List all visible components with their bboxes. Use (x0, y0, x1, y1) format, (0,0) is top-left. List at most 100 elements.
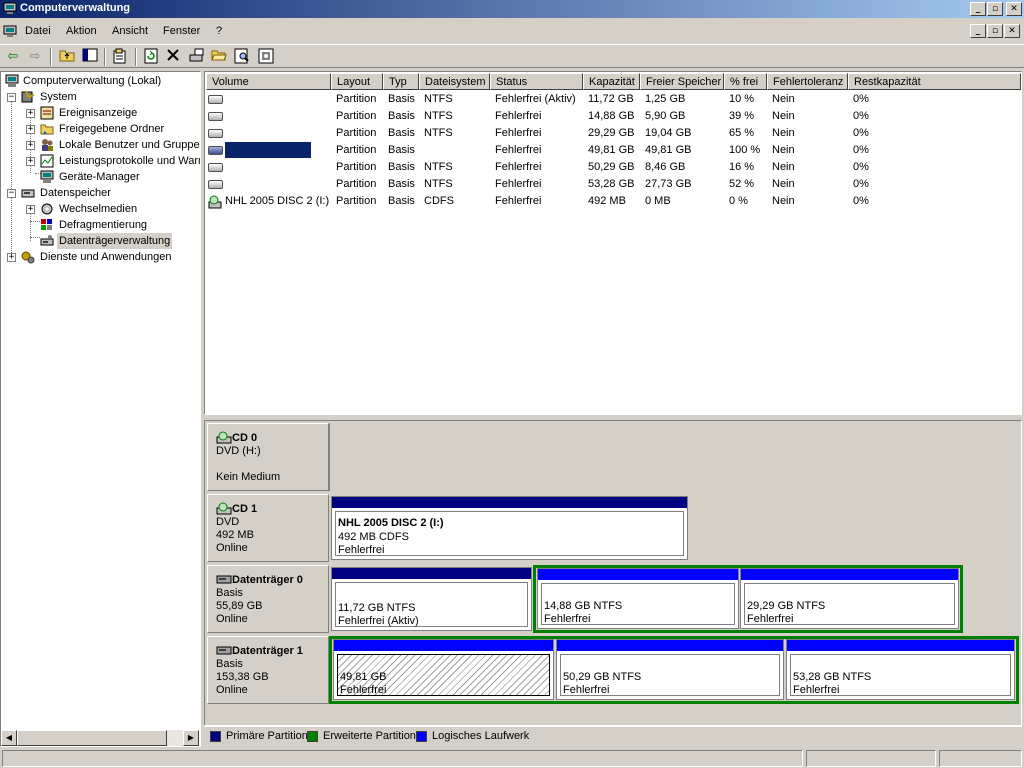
menu-aktion[interactable]: Aktion (66, 25, 97, 37)
partition-disk0-3[interactable]: 29,29 GB NTFS Fehlerfrei (740, 568, 959, 629)
open-folder-icon[interactable] (209, 48, 229, 66)
column-header-layout[interactable]: Layout (331, 73, 383, 90)
expand-toggle[interactable]: + (26, 141, 35, 150)
back-arrow-icon[interactable]: ⇦ (3, 48, 23, 66)
cell-capacity: 53,28 GB (588, 178, 635, 190)
table-row-selected[interactable]: Partition Basis Fehlerfrei 49,81 GB 49,8… (205, 142, 1021, 159)
cell-layout: Partition (336, 93, 377, 105)
table-row[interactable]: NHL 2005 DISC 2 (I:) Partition Basis CDF… (205, 193, 1021, 210)
menu-ansicht[interactable]: Ansicht (112, 25, 148, 37)
child-close-button[interactable]: ✕ (1004, 24, 1020, 38)
expand-toggle[interactable]: + (26, 125, 35, 134)
cell-free: 27,73 GB (645, 178, 692, 190)
expand-toggle[interactable]: + (26, 205, 35, 214)
expand-toggle[interactable]: + (7, 253, 16, 262)
tree-label: Lokale Benutzer und Gruppen (59, 139, 201, 151)
column-header-fault-tolerance[interactable]: Fehlertoleranz (767, 73, 848, 90)
restore-button[interactable]: ▫ (987, 2, 1003, 16)
cell-filesystem: NTFS (424, 178, 453, 190)
cell-percent: 65 % (729, 127, 755, 139)
delete-icon[interactable] (163, 48, 183, 66)
extended-partition[interactable]: 14,88 GB NTFS Fehlerfrei 29,29 GB NTFS F… (533, 565, 963, 633)
cell-type: Basis (388, 178, 415, 190)
column-header-capacity[interactable]: Kapazität (583, 73, 640, 90)
partition-disk1-2[interactable]: 50,29 GB NTFS Fehlerfrei (556, 639, 784, 700)
shared-folder-icon (40, 124, 54, 135)
column-header-percent-free[interactable]: % frei (724, 73, 767, 90)
disk-label-disk1[interactable]: Datenträger 1 Basis 153,38 GB Online (207, 636, 329, 704)
up-folder-icon[interactable] (57, 48, 77, 66)
disk-info: Kein Medium (216, 471, 281, 483)
menu-help[interactable]: ? (216, 25, 222, 37)
table-row[interactable]: Partition Basis NTFS Fehlerfrei 53,28 GB… (205, 176, 1021, 193)
column-header-volume[interactable]: Volume (206, 73, 331, 90)
cell-free: 49,81 GB (645, 144, 692, 156)
menu-fenster[interactable]: Fenster (163, 25, 200, 37)
legend: Primäre Partition Erweiterte Partition L… (204, 726, 1022, 746)
table-row[interactable]: Partition Basis NTFS Fehlerfrei 29,29 GB… (205, 125, 1021, 142)
scroll-left-icon[interactable]: ◀ (1, 730, 17, 746)
tree-label: System (40, 91, 77, 103)
expand-toggle[interactable]: + (26, 109, 35, 118)
partition-disk0-2[interactable]: 14,88 GB NTFS Fehlerfrei (537, 568, 739, 629)
settings-icon[interactable] (256, 48, 276, 66)
table-row[interactable]: Partition Basis NTFS Fehlerfrei 14,88 GB… (205, 108, 1021, 125)
disk-label-cd1[interactable]: CD 1 DVD 492 MB Online (207, 494, 329, 562)
cd-drive-icon (216, 502, 232, 515)
table-row[interactable]: Partition Basis NTFS Fehlerfrei (Aktiv) … (205, 91, 1021, 108)
child-restore-button[interactable]: ▫ (987, 24, 1003, 38)
scroll-right-icon[interactable]: ▶ (183, 730, 199, 746)
column-header-status[interactable]: Status (490, 73, 583, 90)
document-window-icon[interactable] (3, 24, 17, 38)
cell-free: 8,46 GB (645, 161, 686, 173)
show-hide-tree-icon[interactable] (80, 48, 100, 66)
computer-management-icon (3, 2, 17, 14)
tree-label: Wechselmedien (59, 203, 138, 215)
scroll-thumb[interactable] (17, 730, 167, 746)
cell-free: 1,25 GB (645, 93, 686, 105)
close-button[interactable]: ✕ (1006, 2, 1022, 16)
partition-disk0-1[interactable]: 11,72 GB NTFS Fehlerfrei (Aktiv) (331, 567, 532, 631)
expand-toggle[interactable]: + (26, 157, 35, 166)
column-header-filesystem[interactable]: Dateisystem (419, 73, 490, 90)
cell-percent: 100 % (729, 144, 761, 156)
title-bar: Computerverwaltung _ ▫ ✕ (0, 0, 1024, 18)
refresh-icon[interactable] (141, 48, 161, 66)
table-row[interactable]: Partition Basis NTFS Fehlerfrei 50,29 GB… (205, 159, 1021, 176)
menu-datei[interactable]: Datei (25, 25, 51, 37)
disk-label-cd0[interactable]: CD 0 DVD (H:) Kein Medium (207, 423, 329, 491)
column-header-overhead[interactable]: Restkapazität (848, 73, 1021, 90)
partition-cd1[interactable]: NHL 2005 DISC 2 (I:) 492 MB CDFS Fehlerf… (331, 496, 688, 560)
column-header-type[interactable]: Typ (383, 73, 419, 90)
toolbar-separator (135, 48, 137, 66)
search-icon[interactable] (232, 48, 252, 66)
drive-icon (208, 163, 223, 172)
tree-label: Dienste und Anwendungen (40, 251, 172, 263)
cell-overhead: 0% (853, 178, 869, 190)
tree-horizontal-scrollbar[interactable]: ◀ ▶ (1, 730, 199, 746)
collapse-toggle[interactable]: − (7, 93, 16, 102)
disk-properties-icon[interactable] (187, 48, 207, 66)
partition-status: Fehlerfrei (338, 544, 385, 556)
event-viewer-icon (40, 106, 54, 120)
disk-info: Basis (216, 587, 243, 599)
forward-arrow-icon[interactable]: ⇨ (25, 48, 45, 66)
extended-partition[interactable]: 49,81 GB Fehlerfrei 50,29 GB NTFS Fehler… (329, 636, 1019, 704)
partition-disk1-1[interactable]: 49,81 GB Fehlerfrei (333, 639, 554, 700)
partition-disk1-3[interactable]: 53,28 GB NTFS Fehlerfrei (786, 639, 1015, 700)
disk-info: Online (216, 684, 248, 696)
tree-label: Computerverwaltung (Lokal) (23, 75, 162, 87)
properties-icon[interactable] (110, 48, 130, 66)
column-header-free-space[interactable]: Freier Speicher (640, 73, 724, 90)
logical-drive-bar (334, 640, 553, 651)
cell-layout: Partition (336, 178, 377, 190)
hard-disk-icon (216, 575, 232, 584)
storage-icon (21, 189, 35, 198)
child-minimize-button[interactable]: _ (970, 24, 986, 38)
disk-label-disk0[interactable]: Datenträger 0 Basis 55,89 GB Online (207, 565, 329, 633)
disk-name: Datenträger 0 (232, 574, 303, 586)
cell-capacity: 14,88 GB (588, 110, 635, 122)
cell-fault-tolerance: Nein (772, 110, 795, 122)
minimize-button[interactable]: _ (970, 2, 986, 16)
collapse-toggle[interactable]: − (7, 189, 16, 198)
